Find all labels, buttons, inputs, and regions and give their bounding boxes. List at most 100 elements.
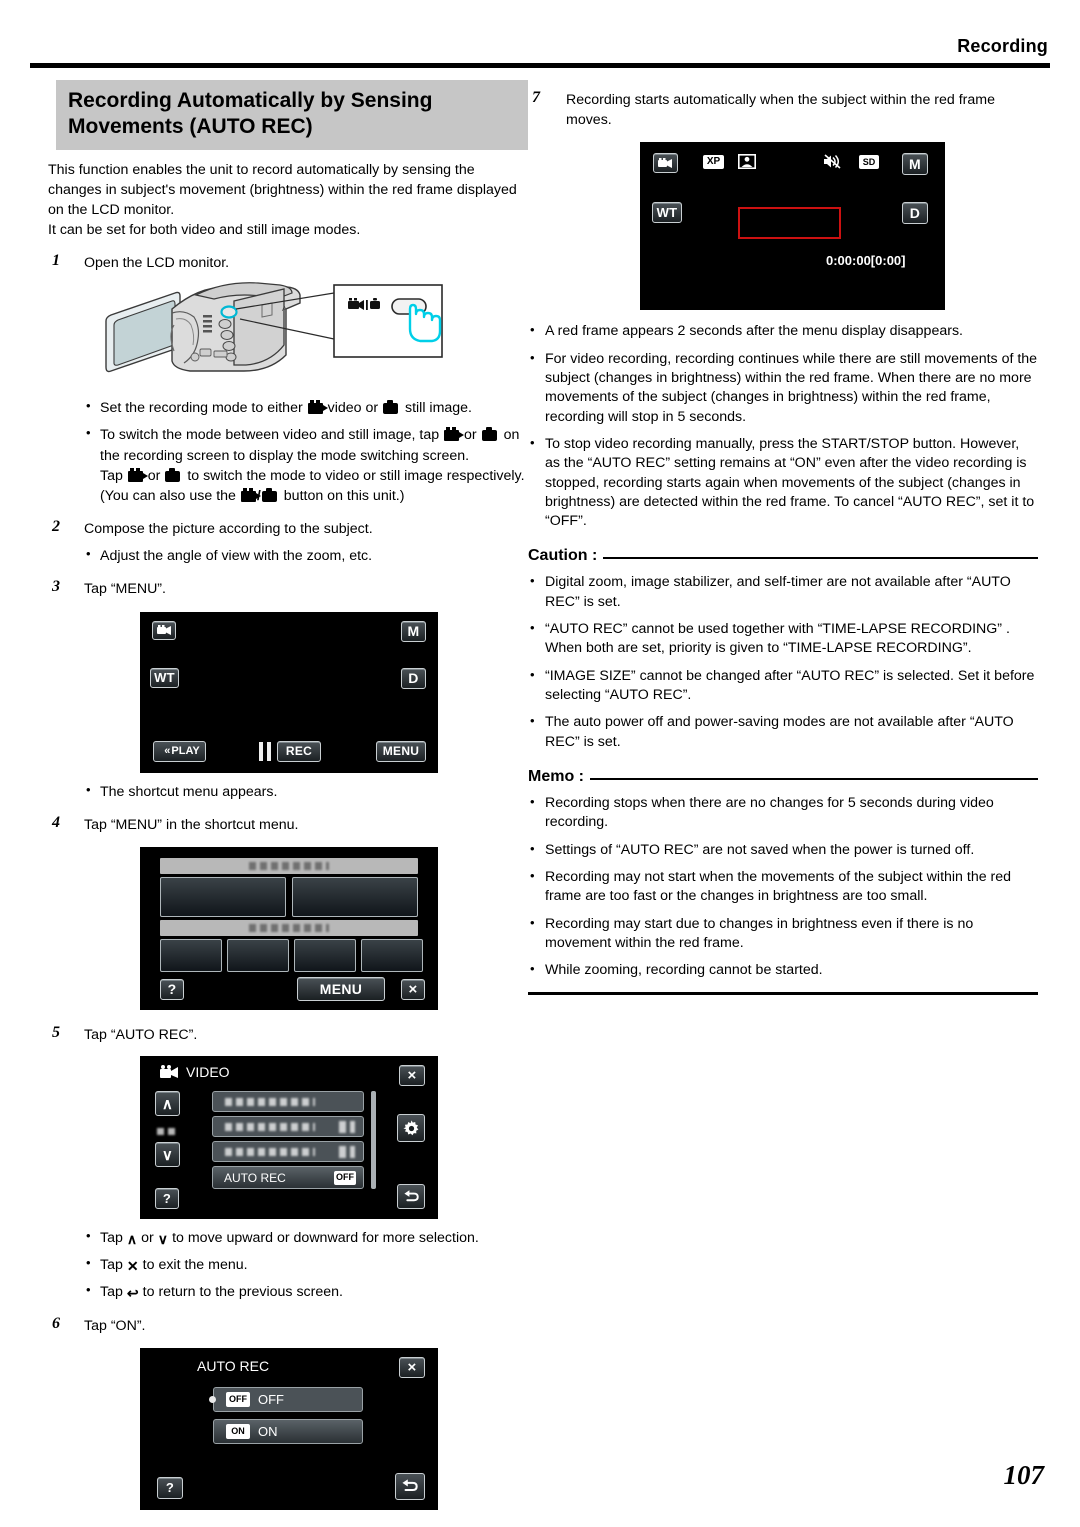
close-icon[interactable]: × [399,1356,425,1378]
auto-rec-option-off[interactable]: OFF OFF [213,1386,363,1412]
help-button[interactable]: ? [155,1188,179,1209]
on-badge: ON [226,1423,250,1439]
display-d-button[interactable]: D [902,202,928,225]
step-1-bullets: Set the recording mode to either video o… [84,397,528,506]
bullet-text-b: to exit the menu. [142,1257,248,1274]
page-indicator [155,1127,181,1137]
bullet-text-h: button on this unit.) [283,487,405,504]
intro-paragraph-1: This function enables the unit to record… [48,161,517,218]
caution-item: “IMAGE SIZE” cannot be changed after “AU… [528,666,1038,706]
still-mode-icon [481,427,497,442]
play-label: PLAY [171,745,200,758]
gear-glyph [402,1119,418,1135]
lcd-shortcut-menu-screen: ? MENU × [140,846,438,1010]
chevron-up-icon: ∧ [126,1232,138,1248]
manual-mode-badge[interactable]: M [902,153,928,176]
note-red-frame-timing: A red frame appears 2 seconds after the … [528,321,1038,341]
bullet-adjust-angle: Adjust the angle of view with the zoom, … [84,545,528,566]
help-button[interactable]: ? [157,1476,183,1499]
shortcut-item-1[interactable] [160,876,286,917]
video-menu-item-3[interactable] [212,1141,364,1162]
shortcut-item-6[interactable] [361,938,423,972]
shortcut-item-5[interactable] [294,938,356,972]
shortcut-item-2[interactable] [292,876,418,917]
shortcut-group-2-header [160,919,418,936]
selected-dot-icon [209,1395,216,1403]
red-detection-frame [738,207,841,240]
zoom-wt-button[interactable]: WT [150,667,179,688]
auto-rec-option-on[interactable]: ON ON [213,1418,363,1444]
step-7: 7 Recording starts automatically when th… [528,89,1038,130]
recording-timecode: 0:00:00[0:00] [826,253,906,269]
memo-item: Recording may not start when the movemen… [528,867,1038,907]
shortcut-menu-button[interactable]: MENU [297,976,385,1001]
mode-video-icon[interactable] [653,153,678,174]
on-label: ON [258,1423,278,1439]
step-3-text: Tap “MENU”. [84,581,166,598]
page-number: 107 [1003,1460,1045,1490]
step-2-number: 2 [52,518,60,536]
step-5-bullets: Tap ∧ or ∨ to move upward or downward fo… [84,1227,528,1304]
caution-item: Digital zoom, image stabilizer, and self… [528,572,1038,612]
step-4-number: 4 [52,813,60,831]
quality-xp-badge: XP [703,155,724,170]
off-badge: OFF [226,1391,250,1407]
section-title: Recording Automatically by Sensing Movem… [56,80,528,150]
bullet-text-c: still image. [404,400,473,417]
blurred-page-indicator [157,1128,179,1135]
help-button[interactable]: ? [160,978,184,1000]
gear-icon[interactable] [397,1114,425,1142]
rec-button[interactable]: REC [277,740,321,762]
caution-rule [603,557,1038,560]
bullet-scroll-updown: Tap ∧ or ∨ to move upward or downward fo… [84,1227,528,1250]
scroll-up-button[interactable]: ∧ [155,1091,180,1116]
step-2: 2 Compose the picture according to the s… [48,518,528,539]
shortcut-item-4[interactable] [227,938,289,972]
step-4: 4 Tap “MENU” in the shortcut menu. [48,813,528,835]
display-d-button[interactable]: D [401,667,426,689]
shortcut-item-3[interactable] [160,938,222,972]
memo-item: Settings of “AUTO REC” are not saved whe… [528,840,1038,860]
face-detect-icon [738,154,756,170]
bullet-text-c: to move upward or downward for more sele… [172,1230,479,1246]
step-5-text: Tap “AUTO REC”. [84,1026,198,1043]
left-column: Recording Automatically by Sensing Movem… [48,80,528,1510]
bullet-shortcut-menu-appears: The shortcut menu appears. [84,781,528,802]
step-5: 5 Tap “AUTO REC”. [48,1023,528,1045]
back-icon[interactable] [395,1472,425,1500]
step-5-number: 5 [52,1023,60,1041]
step-1-text: Open the LCD monitor. [84,255,230,272]
close-icon[interactable]: × [399,1065,425,1086]
scroll-down-button[interactable]: ∨ [155,1142,180,1167]
step-2-bullets: Adjust the angle of view with the zoom, … [84,545,528,566]
video-menu-item-1[interactable] [212,1091,364,1112]
lcd-video-menu-screen: VIDEO × ∧ ∨ ? AUTO REC OFF [140,1056,438,1219]
svg-text:A: A [282,306,287,313]
bullet-return-previous: Tap ↩ to return to the previous screen. [84,1281,528,1304]
caution-item: The auto power off and power-saving mode… [528,712,1038,752]
face-detect-glyph [738,154,756,170]
play-button[interactable]: «PLAY [153,740,206,762]
camcorder-diagram: A [105,282,443,373]
memo-item: While zooming, recording cannot be start… [528,960,1038,980]
bullet-switch-mode: To switch the mode between video and sti… [84,424,528,506]
menu-button[interactable]: MENU [376,740,426,762]
step-7-notes: A red frame appears 2 seconds after the … [528,321,1038,532]
scrollbar[interactable] [371,1091,376,1189]
video-menu-item-2[interactable] [212,1116,364,1137]
manual-mode-badge[interactable]: M [401,620,426,642]
bullet-text-g: (You can also use the [100,487,236,504]
close-icon[interactable]: × [401,978,425,1000]
auto-rec-value-badge: OFF [334,1170,356,1185]
video-menu-item-auto-rec[interactable]: AUTO REC OFF [212,1166,364,1189]
note-stop-manually: To stop video recording manually, press … [528,434,1038,532]
step-3-bullets: The shortcut menu appears. [84,781,528,802]
still-mode-icon [383,400,399,415]
step-6-number: 6 [52,1315,60,1333]
mode-video-icon[interactable] [152,620,176,640]
memo-list: Recording stops when there are no change… [528,793,1038,981]
zoom-wt-button[interactable]: WT [652,202,682,224]
back-icon[interactable] [397,1184,425,1209]
blurred-label [249,923,329,932]
step-3: 3 Tap “MENU”. [48,578,528,599]
